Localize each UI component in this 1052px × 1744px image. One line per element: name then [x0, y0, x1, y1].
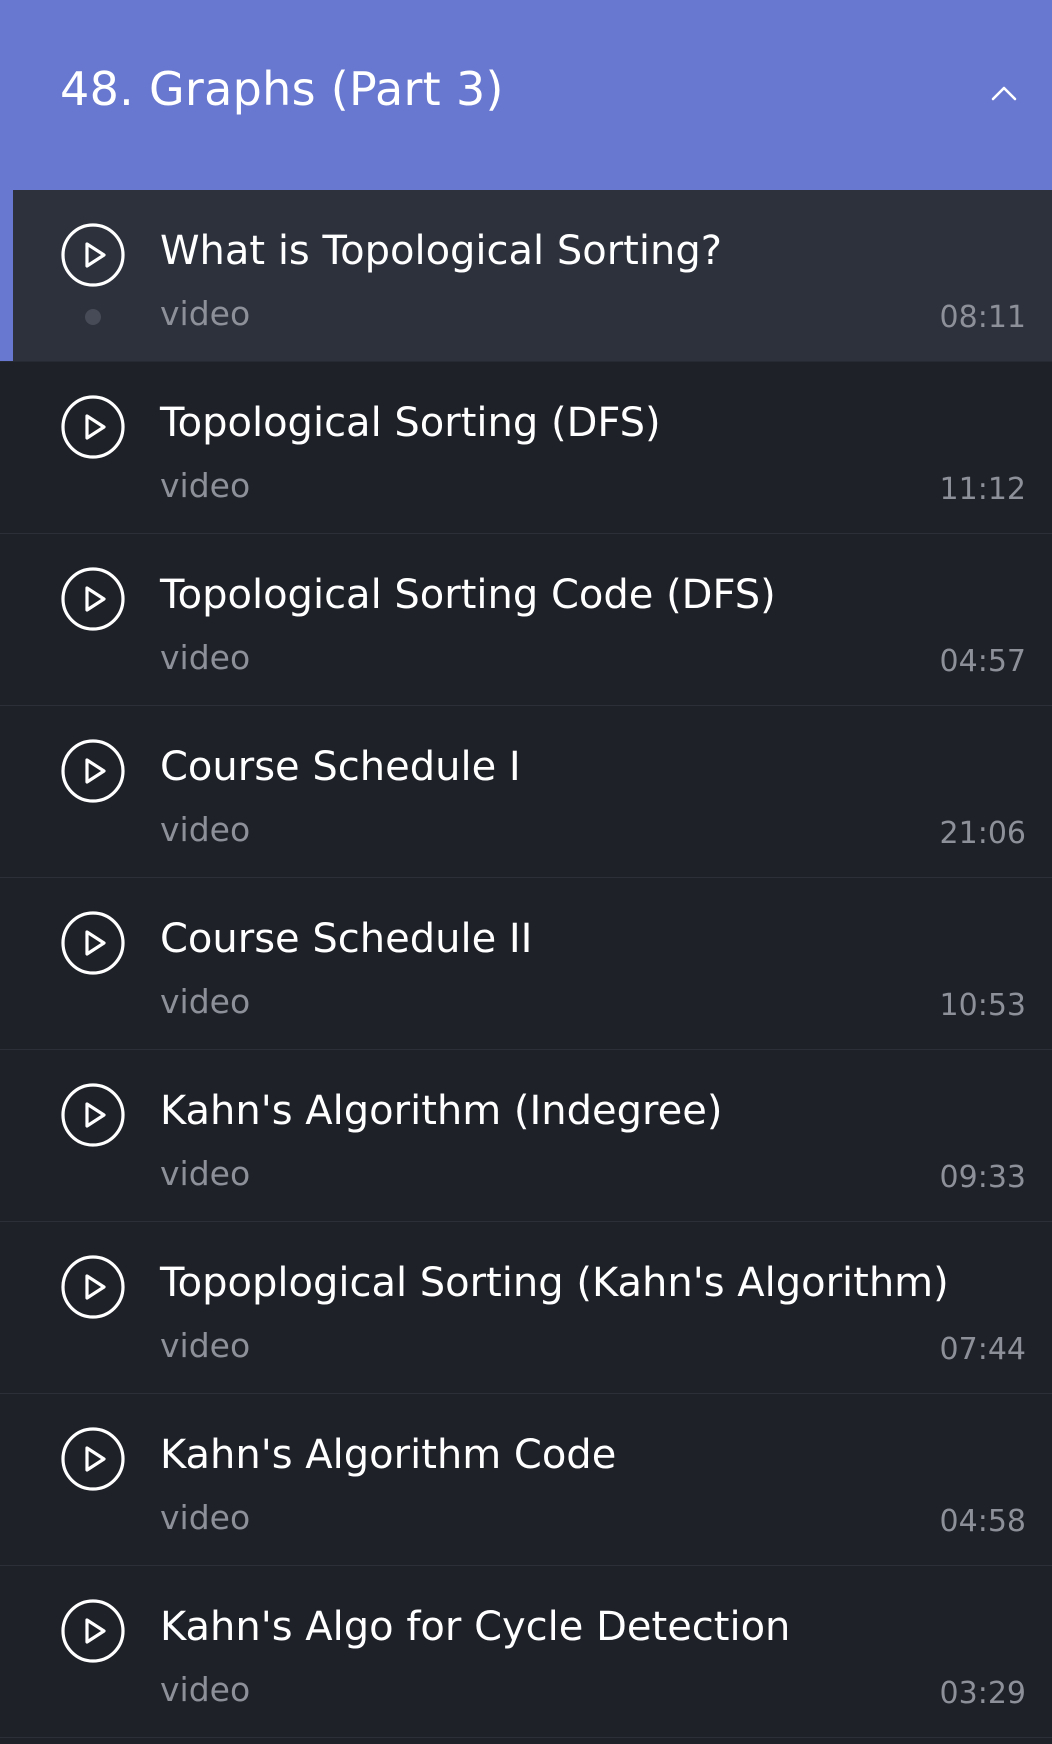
- lesson-title: Kahn's Algo for Cycle Detection: [160, 1604, 791, 1650]
- section-header[interactable]: 48. Graphs (Part 3): [0, 0, 1052, 190]
- lesson-type: video: [160, 982, 251, 1021]
- play-circle-icon: [61, 1599, 125, 1663]
- lesson-duration: 09:33: [939, 1160, 1026, 1195]
- lesson-item[interactable]: Course Schedule I video 21:06: [0, 706, 1052, 878]
- lesson-duration: 10:53: [939, 988, 1026, 1023]
- lesson-type: video: [160, 294, 251, 333]
- lesson-title: Course Schedule I: [160, 744, 521, 790]
- lesson-type: video: [160, 1326, 251, 1365]
- lesson-title: Kahn's Algorithm (Indegree): [160, 1088, 723, 1134]
- lesson-title: Topological Sorting Code (DFS): [160, 572, 776, 618]
- lesson-item[interactable]: Kahn's Algorithm Code video 04:58: [0, 1394, 1052, 1566]
- play-circle-icon: [61, 1083, 125, 1147]
- active-indicator: [0, 190, 13, 361]
- lesson-item[interactable]: Course Schedule II video 10:53: [0, 878, 1052, 1050]
- lesson-title: Course Schedule II: [160, 916, 533, 962]
- lesson-title: What is Topological Sorting?: [160, 228, 722, 274]
- lesson-type: video: [160, 1154, 251, 1193]
- play-circle-icon: [61, 395, 125, 459]
- lesson-title: Topological Sorting (DFS): [160, 400, 661, 446]
- chevron-up-icon: [991, 86, 1017, 101]
- lesson-type: video: [160, 1670, 251, 1709]
- lesson-duration: 07:44: [939, 1332, 1026, 1367]
- play-circle-icon: [61, 1427, 125, 1491]
- lesson-title: Topoplogical Sorting (Kahn's Algorithm): [160, 1260, 949, 1306]
- lesson-item[interactable]: Topoplogical Sorting (Kahn's Algorithm) …: [0, 1222, 1052, 1394]
- lesson-duration: 04:57: [939, 644, 1026, 679]
- section-title: 48. Graphs (Part 3): [60, 62, 504, 116]
- lesson-duration: 11:12: [939, 472, 1026, 507]
- lesson-list: What is Topological Sorting? video 08:11…: [0, 190, 1052, 1738]
- play-circle-icon: [61, 911, 125, 975]
- lesson-item[interactable]: Kahn's Algo for Cycle Detection video 03…: [0, 1566, 1052, 1738]
- lesson-duration: 04:58: [939, 1504, 1026, 1539]
- play-circle-icon: [61, 739, 125, 803]
- lesson-type: video: [160, 810, 251, 849]
- lesson-title: Kahn's Algorithm Code: [160, 1432, 617, 1478]
- collapse-section-button[interactable]: [984, 78, 1024, 108]
- lesson-type: video: [160, 466, 251, 505]
- lesson-item-active[interactable]: What is Topological Sorting? video 08:11: [0, 190, 1052, 362]
- play-circle-icon: [61, 1255, 125, 1319]
- lesson-duration: 08:11: [939, 300, 1026, 335]
- lesson-type: video: [160, 1498, 251, 1537]
- progress-dot: [85, 309, 101, 325]
- play-circle-icon: [61, 567, 125, 631]
- lesson-duration: 03:29: [939, 1676, 1026, 1711]
- lesson-item[interactable]: Topological Sorting (DFS) video 11:12: [0, 362, 1052, 534]
- lesson-item[interactable]: Kahn's Algorithm (Indegree) video 09:33: [0, 1050, 1052, 1222]
- lesson-item[interactable]: Topological Sorting Code (DFS) video 04:…: [0, 534, 1052, 706]
- play-circle-icon: [61, 223, 125, 287]
- lesson-type: video: [160, 638, 251, 677]
- lesson-duration: 21:06: [939, 816, 1026, 851]
